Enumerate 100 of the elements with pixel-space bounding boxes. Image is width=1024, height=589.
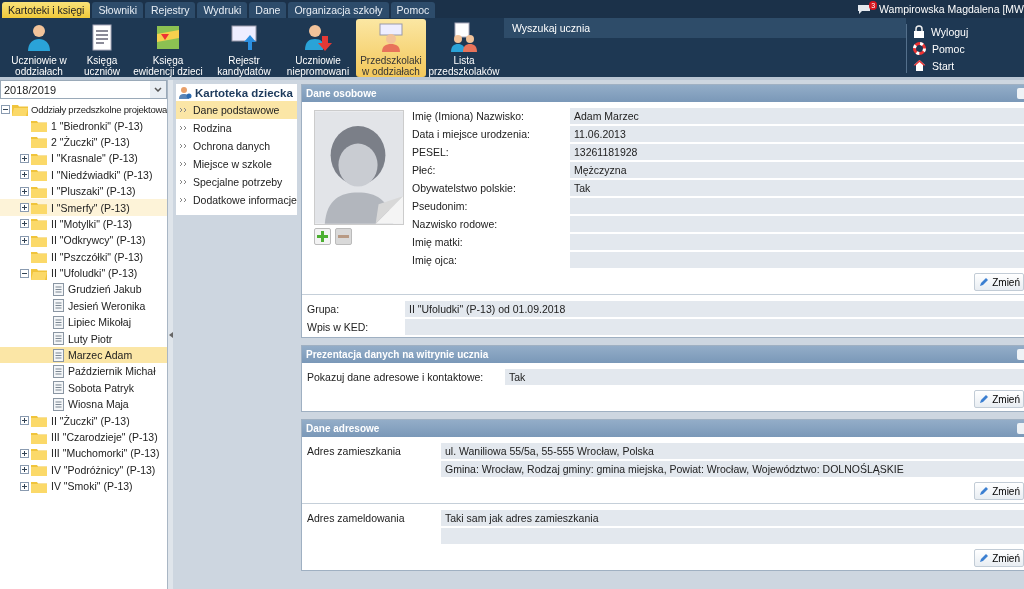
menu-tab[interactable]: Pomoc bbox=[390, 2, 436, 18]
folder-icon bbox=[31, 250, 47, 264]
change-button[interactable]: Zmień bbox=[974, 273, 1024, 291]
tree-item[interactable]: Oddziały przedszkolne projektowa bbox=[30, 103, 167, 115]
toolbar-button[interactable]: Uczniowie niepromowani bbox=[280, 19, 356, 77]
expand-icon[interactable] bbox=[20, 153, 29, 163]
tree-item[interactable]: II "Żuczki" (P-13) bbox=[49, 414, 130, 427]
expand-icon[interactable] bbox=[20, 448, 29, 458]
tree-item[interactable]: Grudzień Jakub bbox=[66, 283, 142, 296]
person-arrow-icon bbox=[303, 22, 333, 52]
year-select[interactable]: 2018/2019 bbox=[0, 80, 167, 99]
child-card-icon bbox=[376, 22, 406, 52]
minus-icon bbox=[338, 235, 349, 238]
tree-item[interactable]: 1 "Biedronki" (P-13) bbox=[49, 119, 144, 132]
tree-item[interactable]: III "Czarodzieje" (P-13) bbox=[49, 431, 158, 443]
record-title: Kartoteka dziecka bbox=[195, 86, 293, 99]
nav-item[interactable]: Specjalne potrzeby bbox=[176, 173, 297, 191]
tree-item[interactable]: I "Pluszaki" (P-13) bbox=[49, 185, 136, 198]
folder-icon bbox=[31, 463, 47, 477]
expand-icon[interactable] bbox=[20, 465, 29, 475]
folder-icon bbox=[31, 201, 47, 215]
field-value: 13261181928 bbox=[570, 144, 1024, 160]
menu-tab[interactable]: Rejestry bbox=[144, 2, 196, 18]
change-button[interactable]: Zmień bbox=[974, 549, 1024, 567]
tree-item[interactable]: Sobota Patryk bbox=[66, 381, 134, 394]
nav-item[interactable]: Miejsce w szkole bbox=[176, 155, 297, 173]
pencil-icon bbox=[978, 485, 990, 497]
panel-title: Dane osobowe bbox=[306, 88, 377, 99]
chevrons-icon bbox=[180, 142, 187, 149]
nav-item[interactable]: Dodatkowe informacje bbox=[176, 191, 297, 209]
tree-item[interactable]: I "Niedźwiadki" (P-13) bbox=[49, 168, 153, 181]
field-value: Mężczyzna bbox=[570, 162, 1024, 178]
tree-item[interactable]: III "Muchomorki" (P-13) bbox=[49, 447, 160, 460]
expand-icon[interactable] bbox=[20, 481, 29, 491]
tree-item[interactable]: IV "Podróżnicy" (P-13) bbox=[49, 463, 156, 476]
field-label: Płeć: bbox=[412, 163, 437, 178]
document-icon bbox=[53, 348, 64, 362]
expand-icon[interactable] bbox=[20, 170, 29, 180]
toolbar-button[interactable]: Lista przedszkolaków bbox=[426, 19, 502, 77]
chat-icon[interactable] bbox=[857, 4, 872, 14]
folder-icon bbox=[31, 119, 47, 133]
tree-item[interactable]: I "Krasnale" (P-13) bbox=[49, 152, 138, 165]
field-label: Wpis w KED: bbox=[307, 320, 370, 335]
tree-item[interactable]: Luty Piotr bbox=[66, 332, 113, 345]
expand-icon[interactable] bbox=[20, 235, 29, 245]
nav-item[interactable]: Ochrona danych bbox=[176, 137, 297, 155]
expand-icon[interactable] bbox=[20, 219, 29, 229]
person-card-icon bbox=[178, 86, 192, 99]
tree-item[interactable]: II "Motylki" (P-13) bbox=[49, 217, 132, 230]
tree-item[interactable]: II "Pszczółki" (P-13) bbox=[49, 250, 144, 263]
menu-tab[interactable]: Wydruki bbox=[197, 2, 248, 18]
toolbar-link[interactable]: Wyloguj bbox=[913, 24, 1024, 39]
tree-item[interactable]: Październik Michał bbox=[66, 365, 156, 378]
tree-item[interactable]: Jesień Weronika bbox=[66, 299, 146, 312]
expand-icon[interactable] bbox=[20, 416, 29, 426]
menu-tab[interactable]: Kartoteki i księgi bbox=[2, 2, 91, 18]
nav-item[interactable]: Dane podstawowe bbox=[176, 101, 297, 119]
search-student-label[interactable]: Wyszukaj ucznia bbox=[512, 22, 591, 34]
field-label: Imię (Imiona) Nazwisko: bbox=[412, 109, 526, 124]
tree-item[interactable]: Lipiec Mikołaj bbox=[66, 316, 132, 329]
folder-icon bbox=[31, 414, 47, 428]
toolbar-button[interactable]: Księga uczniów bbox=[76, 19, 128, 77]
toolbar-button[interactable]: Księga ewidencji dzieci bbox=[128, 19, 208, 77]
folder-icon bbox=[31, 233, 47, 247]
tree-item[interactable]: Wiosna Maja bbox=[66, 398, 129, 411]
field-label: PESEL: bbox=[412, 145, 450, 160]
chevrons-icon bbox=[180, 178, 187, 185]
toolbar-button[interactable]: Rejestr kandydatów bbox=[208, 19, 280, 77]
tree-item[interactable]: II "Odkrywcy" (P-13) bbox=[49, 234, 146, 247]
pencil-icon bbox=[978, 276, 990, 288]
add-photo-button[interactable] bbox=[314, 228, 331, 245]
change-button[interactable]: Zmień bbox=[974, 482, 1024, 500]
tree-item[interactable]: IV "Smoki" (P-13) bbox=[49, 480, 133, 493]
menu-tab[interactable]: Słowniki bbox=[92, 2, 143, 18]
toolbar-link[interactable]: Pomoc bbox=[913, 41, 1024, 56]
tree-item[interactable]: 2 "Żuczki" (P-13) bbox=[49, 135, 130, 148]
chevrons-icon bbox=[180, 106, 187, 113]
collapse-arrow-icon[interactable] bbox=[168, 331, 173, 338]
expand-icon[interactable] bbox=[20, 203, 29, 213]
menu-tab[interactable]: Organizacja szkoły bbox=[288, 2, 389, 18]
toolbar-link[interactable]: Start bbox=[913, 58, 1024, 73]
field-label: Imię matki: bbox=[412, 235, 464, 250]
field-value: ul. Waniliowa 55/5a, 55-555 Wrocław, Polska bbox=[441, 443, 1024, 459]
tree-item[interactable]: II "Ufoludki" (P-13) bbox=[49, 267, 138, 280]
folder-icon bbox=[31, 168, 47, 182]
field-label: Grupa: bbox=[307, 302, 341, 317]
toolbar-button[interactable]: Przedszkolaki w oddziałach bbox=[356, 19, 426, 77]
change-button[interactable]: Zmień bbox=[974, 390, 1024, 408]
field-label: Imię ojca: bbox=[412, 253, 458, 268]
menu-tab[interactable]: Dane bbox=[249, 2, 287, 18]
field-value: II "Ufoludki" (P-13) od 01.09.2018 bbox=[405, 301, 1024, 317]
document-icon bbox=[53, 364, 64, 378]
nav-item[interactable]: Rodzina bbox=[176, 119, 297, 137]
lock-icon bbox=[913, 25, 925, 38]
document-icon bbox=[53, 299, 64, 313]
toolbar-button[interactable]: Uczniowie w oddziałach bbox=[2, 19, 76, 77]
folder-icon bbox=[31, 430, 47, 444]
card-arrow-icon bbox=[229, 22, 259, 52]
field-value: 11.06.2013 bbox=[570, 126, 1024, 142]
expand-icon[interactable] bbox=[20, 186, 29, 196]
